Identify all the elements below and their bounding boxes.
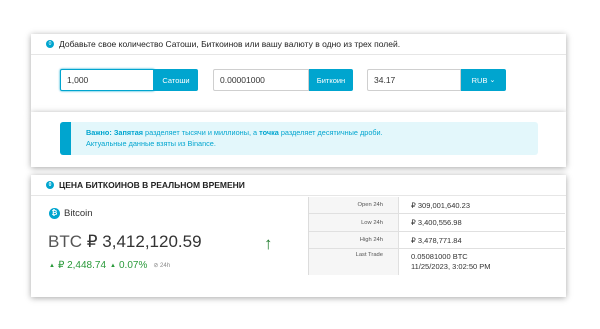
notice-text-2: разделяет десятичные дроби.	[278, 128, 383, 137]
satoshi-input[interactable]	[60, 69, 154, 91]
notice-panel: Важно: Запятая разделяет тысячи и миллио…	[31, 112, 566, 167]
converter-title: Добавьте свое количество Сатоши, Биткоин…	[59, 39, 401, 49]
period-text: 24h	[160, 263, 171, 269]
table-row: Last Trade 0.05081000 BTC 11/25/2023, 3:…	[309, 249, 565, 275]
chevron-down-icon: ⌄	[489, 77, 496, 84]
fiat-input[interactable]	[367, 69, 461, 91]
bitcoin-unit-button[interactable]: Биткоин	[309, 69, 353, 91]
notice-alert: Важно: Запятая разделяет тысячи и миллио…	[60, 122, 538, 155]
notice-line-2: Актуальные данные взяты из Binance.	[86, 139, 216, 148]
last-trade-amount: 0.05081000 BTC	[411, 252, 468, 261]
clock-icon: ⊘	[153, 263, 159, 269]
triangle-up-icon: ▲	[110, 262, 116, 269]
notice-text-1: разделяет тысячи и миллионы, а	[143, 128, 260, 137]
arrow-up-icon: ↑	[264, 234, 273, 253]
satoshi-input-group: Сатоши	[60, 69, 198, 91]
stat-value: ₽ 309,001,640.23	[411, 200, 470, 210]
fiat-input-group: RUB ⌄	[367, 69, 506, 91]
change-absolute: ₽ 2,448.74	[57, 260, 107, 271]
info-icon: 0	[46, 181, 54, 189]
price-display: BTC ₽ 3,412,120.59	[48, 232, 202, 252]
notice-line-1: Важно: Запятая разделяет тысячи и миллио…	[86, 127, 528, 138]
stats-table: Open 24h ₽ 309,001,640.23 Low 24h ₽ 3,40…	[308, 197, 565, 275]
ticker: BTC	[48, 232, 82, 251]
stat-value: 0.05081000 BTC 11/25/2023, 3:02:50 PM	[399, 249, 491, 275]
stat-label: High 24h	[309, 232, 399, 248]
converter-header: 0 Добавьте свое количество Сатоши, Битко…	[31, 34, 566, 55]
period-label: ⊘ 24h	[153, 262, 170, 269]
live-price-title: ЦЕНА БИТКОИНОВ В РЕАЛЬНОМ ВРЕМЕНИ	[59, 180, 245, 190]
coin-name: Bitcoin	[64, 208, 93, 219]
table-row: Low 24h ₽ 3,400,556.98	[309, 214, 565, 232]
stat-label: Open 24h	[309, 197, 399, 213]
info-icon: 0	[46, 40, 54, 48]
table-row: Open 24h ₽ 309,001,640.23	[309, 197, 565, 214]
bitcoin-input-group: Биткоин	[213, 69, 353, 91]
stat-label: Low 24h	[309, 214, 399, 231]
price-summary: ₿ Bitcoin BTC ₽ 3,412,120.59 ↑ ▲ ₽ 2,448…	[31, 196, 307, 297]
stat-value: ₽ 3,400,556.98	[411, 218, 462, 227]
currency-label: RUB	[471, 75, 488, 85]
triangle-up-icon: ▲	[49, 262, 55, 269]
stat-value: ₽ 3,478,771.84	[411, 235, 462, 245]
notice-dot-word: точка	[259, 128, 279, 137]
notice-lead: Важно:	[86, 128, 112, 137]
bitcoin-icon: ₿	[49, 208, 60, 219]
notice-comma-word: Запятая	[113, 128, 144, 137]
live-price-panel: 0 ЦЕНА БИТКОИНОВ В РЕАЛЬНОМ ВРЕМЕНИ ₿ Bi…	[31, 175, 566, 297]
converter-panel: 0 Добавьте свое количество Сатоши, Битко…	[31, 34, 566, 112]
coin-label: ₿ Bitcoin	[49, 208, 93, 219]
currency-select[interactable]: RUB ⌄	[461, 69, 506, 91]
bitcoin-input[interactable]	[213, 69, 309, 91]
live-price-header: 0 ЦЕНА БИТКОИНОВ В РЕАЛЬНОМ ВРЕМЕНИ	[31, 175, 566, 196]
stat-label: Last Trade	[309, 249, 399, 275]
change-percent: 0.07%	[118, 260, 148, 271]
table-row: High 24h ₽ 3,478,771.84	[309, 232, 565, 249]
price-change: ▲ ₽ 2,448.74 ▲ 0.07% ⊘ 24h	[49, 260, 170, 271]
last-trade-time: 11/25/2023, 3:02:50 PM	[411, 262, 491, 271]
current-price: ₽ 3,412,120.59	[86, 232, 202, 251]
satoshi-unit-button[interactable]: Сатоши	[154, 69, 198, 91]
